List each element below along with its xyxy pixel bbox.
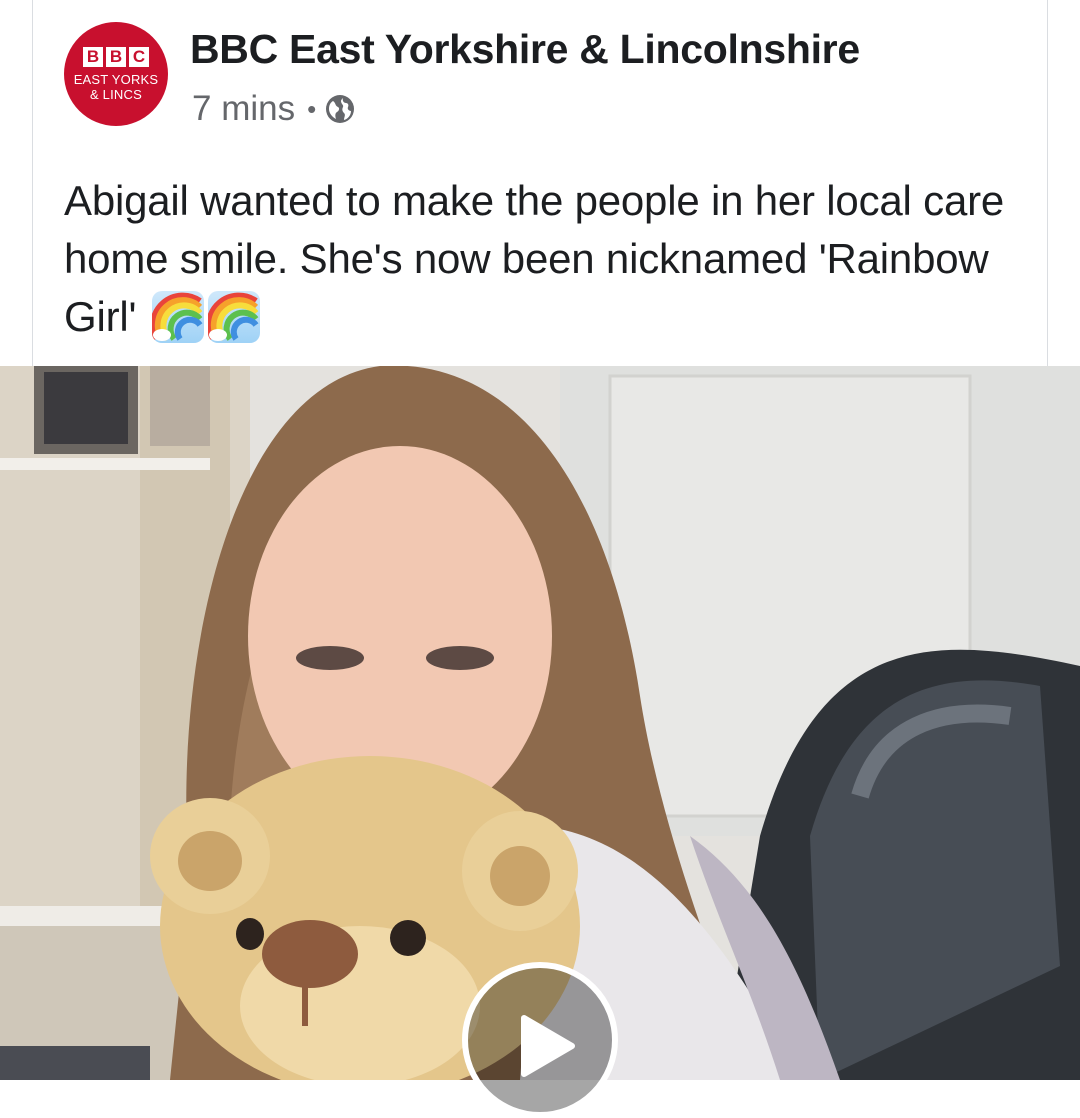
bbc-logo: B B C <box>83 46 149 67</box>
post-timestamp[interactable]: 7 mins <box>192 89 295 129</box>
rainbow-emoji-icon <box>207 291 260 343</box>
page-name-link[interactable]: BBC East Yorkshire & Lincolnshire <box>190 26 860 73</box>
play-icon <box>521 1015 575 1077</box>
avatar-region-line-2: & LINCS <box>90 86 142 102</box>
post-message: Abigail wanted to make the people in her… <box>64 177 1005 340</box>
bbc-logo-letter: B <box>106 46 126 67</box>
post-meta: 7 mins • <box>192 88 356 130</box>
page-avatar[interactable]: B B C EAST YORKS & LINCS <box>64 22 168 126</box>
avatar-region-line-1: EAST YORKS <box>73 71 159 87</box>
bbc-logo-letter: B <box>83 46 103 67</box>
meta-separator: • <box>307 93 317 124</box>
rainbow-emoji-icon <box>151 291 204 343</box>
globe-icon[interactable] <box>324 93 356 125</box>
bbc-logo-letter: C <box>129 46 149 67</box>
post-text: Abigail wanted to make the people in her… <box>64 172 1044 346</box>
play-button[interactable] <box>462 962 618 1118</box>
